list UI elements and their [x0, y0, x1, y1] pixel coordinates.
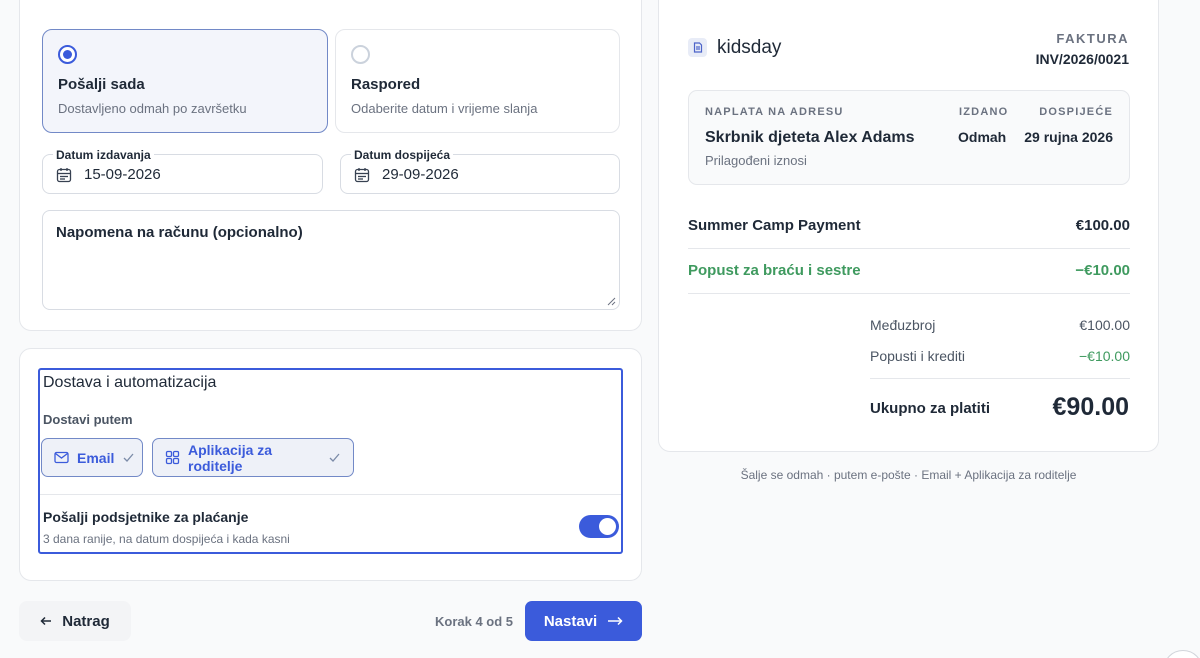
due-caption: DOSPIJEĆE — [1039, 106, 1113, 118]
step-indicator: Korak 4 od 5 — [435, 614, 514, 629]
issued-caption: IZDANO — [959, 106, 1009, 118]
subtotal-label: Međuzbroj — [870, 317, 936, 333]
mail-icon — [54, 451, 69, 464]
total-value: €90.00 — [1052, 393, 1129, 421]
discount-label: Popust za braću i sestre — [688, 262, 861, 279]
line-item: Summer Camp Payment €100.00 — [688, 217, 1130, 262]
bill-to-name: Skrbnik djeteta Alex Adams — [705, 129, 915, 146]
discount-amount: −€10.00 — [1075, 262, 1130, 279]
channel-parent-app-chip[interactable]: Aplikacija za roditelje — [152, 438, 354, 477]
send-now-radio[interactable] — [58, 45, 77, 64]
brand-name: kidsday — [717, 37, 782, 58]
delivery-card: Dostava i automatizacija Dostavi putem E… — [19, 348, 642, 581]
schedule-option[interactable]: Raspored Odaberite datum i vrijeme slanj… — [335, 29, 620, 133]
invoice-note-textarea[interactable]: Napomena na računu (opcionalno) — [42, 210, 620, 310]
subtotal-value: €100.00 — [1079, 317, 1130, 333]
issue-date-label: Datum izdavanja — [53, 148, 154, 162]
grid-icon — [165, 450, 180, 465]
calendar-icon — [354, 168, 370, 183]
reminders-title: Pošalji podsjetnike za plaćanje — [43, 509, 249, 525]
issue-date-field[interactable]: Datum izdavanja 15-09-2026 — [42, 148, 323, 194]
reminders-toggle[interactable] — [579, 515, 619, 538]
line-item-amount: €100.00 — [1075, 217, 1130, 234]
issued-value: Odmah — [958, 129, 1007, 145]
schedule-title: Raspored — [351, 76, 421, 93]
bill-to-box: NAPLATA NA ADRESU Skrbnik djeteta Alex A… — [688, 90, 1130, 185]
line-item-label: Summer Camp Payment — [688, 217, 861, 234]
invoice-number: INV/2026/0021 — [1035, 51, 1129, 67]
issue-date-value: 15-09-2026 — [84, 166, 161, 183]
row-divider — [688, 293, 1130, 294]
deliver-via-label: Dostavi putem — [43, 412, 133, 427]
invoice-kind: FAKTURA — [1056, 31, 1129, 46]
discounts-label: Popusti i krediti — [870, 348, 965, 364]
reminders-subtitle: 3 dana ranije, na datum dospijeća i kada… — [43, 532, 290, 546]
send-now-option[interactable]: Pošalji sada Dostavljeno odmah po završe… — [42, 29, 328, 133]
delivery-summary: Šalje se odmah · putem e-pošte · Email +… — [740, 468, 1077, 482]
continue-button[interactable]: Nastavi — [525, 601, 642, 641]
row-divider — [688, 248, 1130, 249]
continue-button-label: Nastavi — [543, 612, 598, 630]
total-divider — [870, 378, 1130, 379]
total-label: Ukupno za platiti — [870, 400, 990, 417]
send-now-title: Pošalji sada — [58, 76, 145, 93]
back-button-label: Natrag — [62, 612, 110, 630]
delivery-section: Dostava i automatizacija Dostavi putem E… — [38, 368, 623, 554]
bill-to-caption: NAPLATA NA ADRESU — [705, 106, 844, 118]
invoice-preview: kidsday FAKTURA INV/2026/0021 NAPLATA NA… — [658, 0, 1159, 452]
calendar-icon — [56, 168, 72, 183]
channel-email-label: Email — [77, 449, 115, 466]
back-button[interactable]: Natrag — [19, 601, 131, 641]
due-date-label: Datum dospijeća — [351, 148, 454, 162]
resize-grip-icon[interactable] — [607, 297, 616, 306]
discount-line-item: Popust za braću i sestre −€10.00 — [688, 262, 1130, 307]
help-button[interactable] — [1163, 650, 1200, 658]
arrow-left-icon — [40, 616, 52, 626]
send-now-subtitle: Dostavljeno odmah po završetku — [58, 101, 247, 116]
discounts-value: −€10.00 — [1079, 348, 1130, 364]
bill-to-subtitle: Prilagođeni iznosi — [705, 153, 807, 168]
send-settings-card: Pošalji sada Dostavljeno odmah po završe… — [19, 0, 642, 331]
schedule-radio[interactable] — [351, 45, 370, 64]
channel-parent-app-label: Aplikacija za roditelje — [188, 441, 273, 474]
due-date-value: 29-09-2026 — [382, 166, 459, 183]
channel-email-chip[interactable]: Email — [41, 438, 143, 477]
delivery-title: Dostava i automatizacija — [43, 374, 217, 391]
due-value: 29 rujna 2026 — [1024, 129, 1113, 145]
check-icon — [329, 453, 340, 462]
section-divider — [40, 494, 621, 495]
arrow-right-icon — [608, 616, 623, 626]
due-date-field[interactable]: Datum dospijeća 29-09-2026 — [340, 148, 620, 194]
invoice-note-label: Napomena na računu (opcionalno) — [56, 224, 303, 241]
check-icon — [123, 453, 134, 462]
logo-icon — [688, 38, 707, 57]
schedule-subtitle: Odaberite datum i vrijeme slanja — [351, 101, 538, 116]
